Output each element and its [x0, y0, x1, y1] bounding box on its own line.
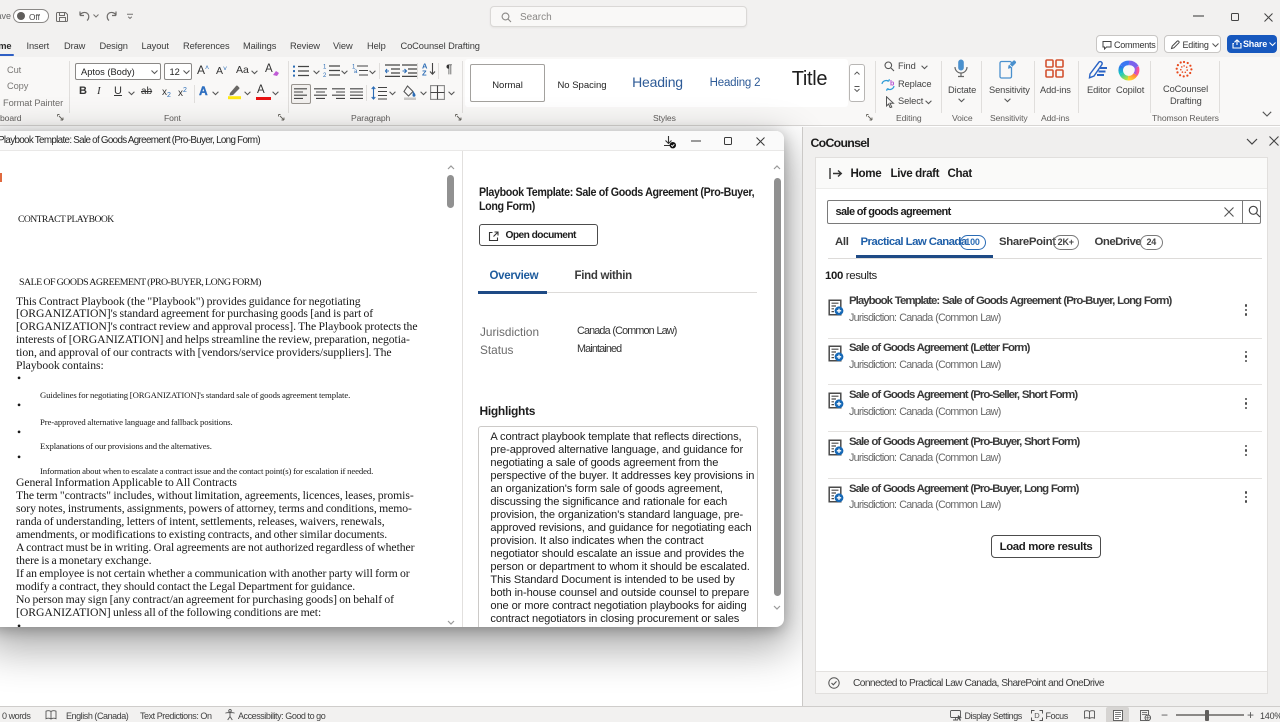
- svg-text:Z: Z: [422, 69, 427, 77]
- svg-text:D: D: [1034, 711, 1040, 720]
- svg-text:1: 1: [323, 65, 327, 71]
- svg-text:b: b: [890, 81, 894, 88]
- svg-text:2: 2: [323, 73, 327, 77]
- svg-text:a: a: [354, 69, 358, 75]
